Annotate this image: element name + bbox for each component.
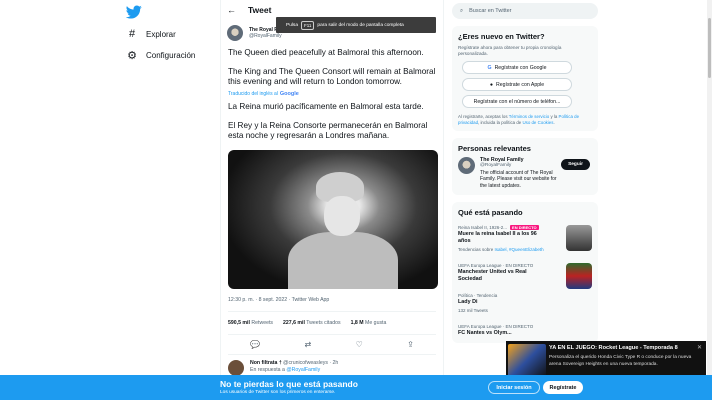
- trend-thumbnail: [566, 262, 592, 289]
- search-placeholder: Buscar en Twitter: [469, 8, 512, 14]
- retweets-stat[interactable]: 590,5 mil Retweets: [228, 320, 273, 326]
- nav-item-label: Configuración: [146, 50, 196, 60]
- tweet-paragraph: La Reina murió pacíficamente en Balmoral…: [228, 102, 424, 111]
- relevant-person[interactable]: The Royal Family @RoyalFamily The offici…: [458, 156, 592, 190]
- google-icon: G: [487, 64, 492, 71]
- translated-by-label: Traducido del inglés al: [228, 91, 278, 97]
- terms-link[interactable]: Términos de servicio: [509, 114, 550, 119]
- close-icon[interactable]: ✕: [697, 344, 702, 351]
- right-sidebar: ⌕ Buscar en Twitter ¿Eres nuevo en Twitt…: [452, 0, 598, 400]
- left-nav: # Explorar ⚙ Configuración: [110, 0, 220, 400]
- notification-description: Personaliza el querido Honda Civic Type …: [549, 355, 692, 367]
- trend-thumbnail: [566, 225, 592, 252]
- scrollbar[interactable]: [707, 0, 712, 375]
- photo-figure: [324, 196, 360, 236]
- apple-signup-button[interactable]: ● Regístrate con Apple: [462, 78, 572, 91]
- f11-key: F11: [301, 20, 315, 30]
- google-signup-button[interactable]: G Regístrate con Google: [462, 61, 572, 74]
- trend-item[interactable]: UEFA Europa League · EN DIRECTO Manchest…: [458, 259, 592, 289]
- tweet-column: ← Tweet The Royal Fam @RoyalFamily ··· T…: [220, 0, 444, 400]
- in-reply-label: En respuesta a: [250, 367, 285, 373]
- tweet-actions: 💬 ⇄ ♡ ⇪: [228, 335, 436, 355]
- trend-item[interactable]: UEFA Europa League · EN DIRECTO FC Nante…: [458, 320, 592, 343]
- register-button[interactable]: Regístrate: [543, 381, 583, 394]
- signup-card: ¿Eres nuevo en Twitter? Regístrate ahora…: [452, 26, 598, 131]
- banner-title: No te pierdas lo que está pasando: [220, 379, 358, 389]
- notification-title: YA EN EL JUEGO: Rocket League - Temporad…: [549, 345, 678, 351]
- trends-title: Qué está pasando: [458, 208, 523, 218]
- trend-item[interactable]: Política · Tendencia Lady Di 132 mil Twe…: [458, 289, 592, 320]
- relevant-title: Personas relevantes: [458, 143, 531, 153]
- signup-banner: No te pierdas lo que está pasando Los us…: [0, 375, 712, 400]
- author-handle[interactable]: @RoyalFamily: [249, 33, 285, 40]
- nav-item-label: Explorar: [146, 29, 176, 39]
- tweet-body: The Queen died peacefully at Balmoral th…: [221, 48, 443, 355]
- tweet-paragraph: The Queen died peacefully at Balmoral th…: [228, 48, 424, 57]
- avatar[interactable]: [458, 156, 475, 174]
- nav-item-explore[interactable]: # Explorar: [126, 28, 176, 40]
- login-button[interactable]: Iniciar sesión: [488, 381, 540, 394]
- avatar[interactable]: [228, 360, 244, 376]
- search-icon: ⌕: [460, 7, 464, 14]
- fullscreen-toast: Pulsa F11 para salir del modo de pantall…: [276, 17, 436, 33]
- share-icon[interactable]: ⇪: [407, 340, 414, 349]
- tweet-text-original: The Queen died peacefully at Balmoral th…: [228, 48, 436, 87]
- phone-signup-button[interactable]: Regístrate con el número de teléfon...: [462, 95, 572, 108]
- quotes-stat[interactable]: 227,6 mil Tweets citados: [283, 320, 341, 326]
- gear-icon: ⚙: [127, 49, 137, 62]
- arrow-left-icon[interactable]: ←: [227, 5, 236, 15]
- notification-image: [508, 344, 546, 377]
- relevant-bio: The official account of The Royal Family…: [480, 169, 557, 189]
- retweet-icon[interactable]: ⇄: [305, 340, 312, 349]
- google-logo: Google: [279, 91, 299, 97]
- reply-author-name[interactable]: Non filtrata †: [250, 360, 282, 366]
- tweet-paragraph: El Rey y la Reina Consorte permanecerán …: [228, 121, 428, 140]
- signup-legal: Al registrarte, aceptas los Términos de …: [458, 114, 580, 125]
- relevant-handle: @RoyalFamily: [480, 162, 512, 168]
- page-title: Tweet: [248, 5, 272, 15]
- avatar[interactable]: [227, 25, 243, 41]
- translated-by[interactable]: Traducido del inglés al Google: [228, 91, 436, 97]
- twitter-bird-icon[interactable]: [126, 4, 142, 20]
- scrollbar-thumb[interactable]: [708, 18, 711, 78]
- page: # Explorar ⚙ Configuración ← Tweet The R…: [0, 0, 712, 400]
- signup-description: Regístrate ahora para obtener tu propia …: [458, 45, 562, 56]
- apple-icon: ●: [489, 81, 493, 88]
- tweet-timestamp[interactable]: 12:30 p. m. · 8 sept. 2022 · Twitter Web…: [228, 297, 436, 312]
- live-badge: EN DIRECTO: [510, 225, 539, 231]
- like-icon[interactable]: ♡: [356, 340, 363, 349]
- relevant-people-card: Personas relevantes The Royal Family @Ro…: [452, 137, 598, 196]
- nav-item-settings[interactable]: ⚙ Configuración: [126, 49, 196, 62]
- tweet-text-translated: La Reina murió pacíficamente en Balmoral…: [228, 102, 436, 141]
- banner-subtitle: Los usuarios de Twitter son los primeros…: [220, 390, 336, 395]
- follow-button[interactable]: Seguir: [561, 158, 590, 170]
- tweet-paragraph: The King and The Queen Consort will rema…: [228, 67, 436, 86]
- search-input[interactable]: ⌕ Buscar en Twitter: [452, 3, 598, 19]
- hashtag-icon: #: [128, 28, 136, 40]
- likes-stat[interactable]: 1,8 M Me gusta: [351, 320, 387, 326]
- reply-icon[interactable]: 💬: [250, 340, 260, 349]
- in-reply-link[interactable]: @RoyalFamily: [286, 367, 320, 373]
- signup-title: ¿Eres nuevo en Twitter?: [458, 32, 545, 41]
- tweet-photo[interactable]: [228, 150, 438, 289]
- tweet-stats: 590,5 mil Retweets 227,6 mil Tweets cita…: [228, 312, 436, 335]
- cookies-link[interactable]: Uso de Cookies: [522, 120, 553, 125]
- reply-author-handle: @crunicofweasleys · 2h: [283, 360, 339, 366]
- trends-card: Qué está pasando Reina Isabel II, 1926-2…: [452, 202, 598, 343]
- trend-item[interactable]: Reina Isabel II, 1926-2... EN DIRECTO Mue…: [458, 221, 592, 259]
- photo-figure: [288, 232, 398, 289]
